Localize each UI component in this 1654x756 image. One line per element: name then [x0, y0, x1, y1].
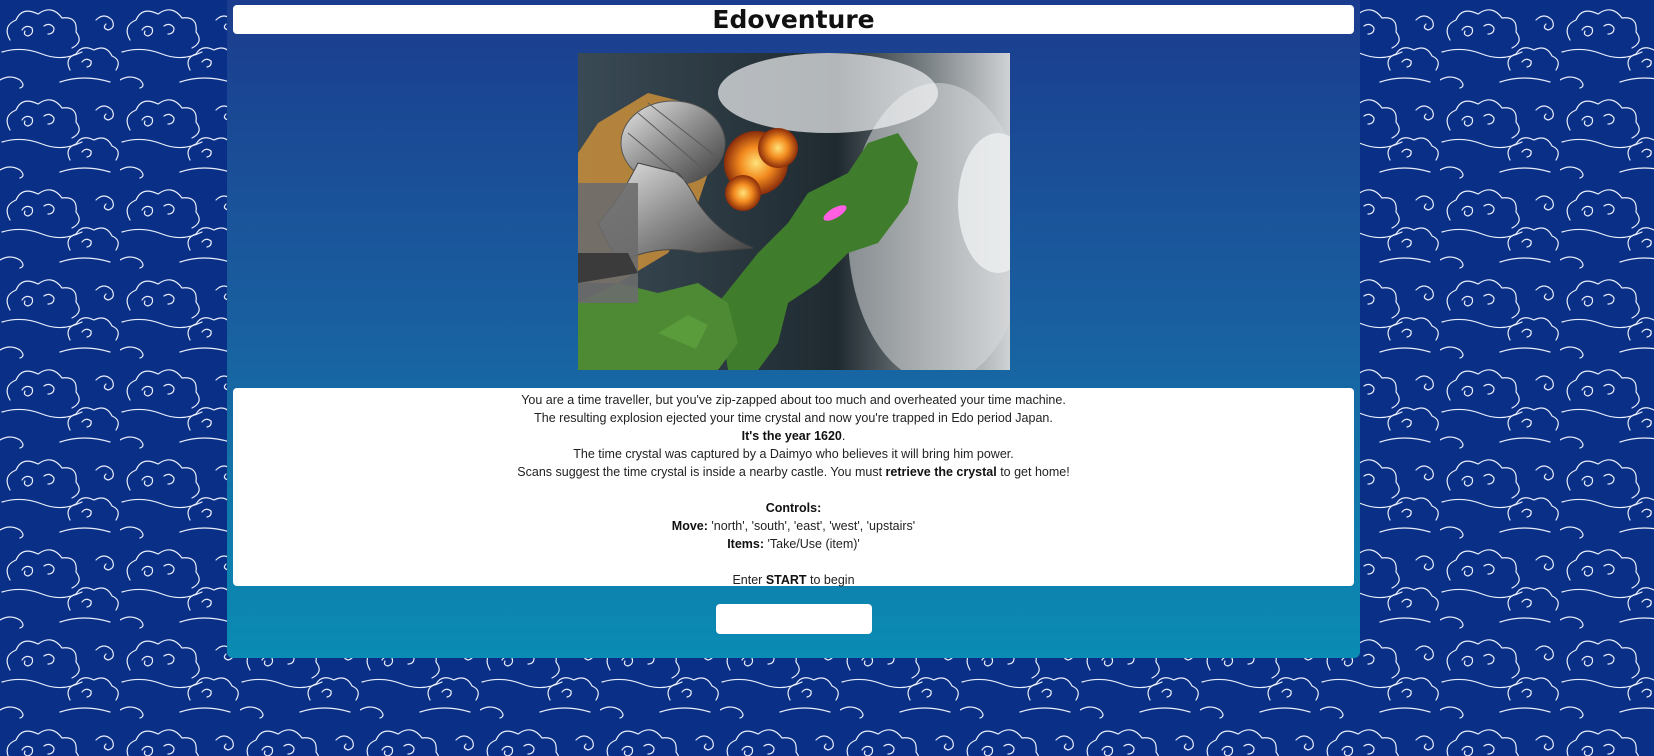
year-text: It's the year 1620	[741, 429, 842, 443]
controls-move: Move: 'north', 'south', 'east', 'west', …	[671, 519, 916, 533]
story-line-5: Scans suggest the time crystal is inside…	[517, 465, 1070, 479]
story-line-3: It's the year 1620.	[741, 429, 846, 443]
story-text-box: You are a time traveller, but you've zip…	[233, 388, 1354, 587]
story-line-2: The resulting explosion ejected your tim…	[534, 411, 1053, 425]
game-panel: Edoventure You are a time traveller, but…	[227, 0, 1360, 658]
goal-text: retrieve the crystal	[885, 465, 997, 479]
command-input[interactable]	[716, 604, 872, 634]
hero-image	[578, 53, 1010, 370]
story-line-4: The time crystal was captured by a Daimy…	[573, 447, 1014, 461]
controls-items: Items: 'Take/Use (item)'	[727, 537, 860, 551]
story-line-1: You are a time traveller, but you've zip…	[521, 393, 1066, 407]
spaceship-over-japan-image	[578, 53, 1010, 370]
page-title: Edoventure	[233, 5, 1354, 34]
controls-heading: Controls:	[765, 501, 822, 515]
start-instruction: Enter START to begin	[732, 573, 855, 587]
